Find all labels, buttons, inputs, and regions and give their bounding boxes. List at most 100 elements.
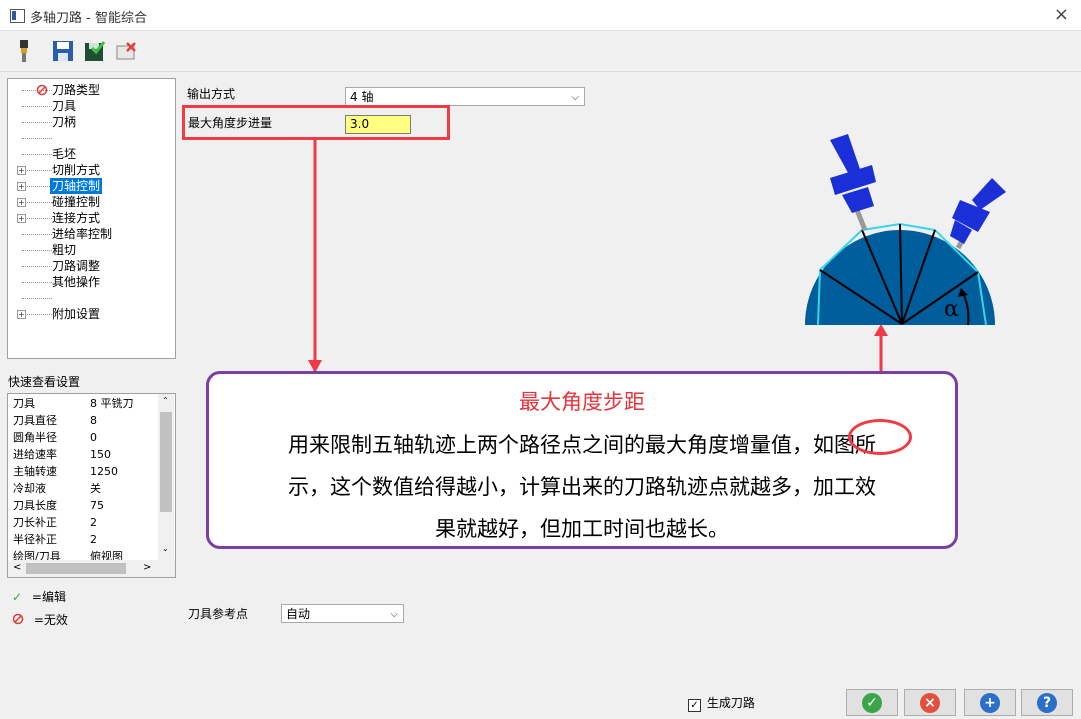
tree-item[interactable]: + 切削方式	[8, 162, 168, 178]
tree-connector	[22, 234, 52, 235]
output-mode-value: 4 轴	[350, 90, 374, 104]
scroll-left-icon[interactable]: <	[13, 562, 21, 573]
title-bar: 多轴刀路 - 智能综合 ×	[0, 0, 1081, 31]
scroll-thumb-horizontal[interactable]	[26, 563, 126, 574]
quick-view-vertical-scrollbar[interactable]: ⌃ ⌄	[158, 394, 174, 560]
max-angle-input[interactable]: 3.0	[345, 115, 411, 134]
ok-button[interactable]: ✓	[846, 689, 898, 716]
tree-connector	[22, 202, 52, 203]
tree-item-label: 附加设置	[52, 307, 101, 321]
tree-connector	[22, 218, 52, 219]
callout-line-2: 示，这个数值给得越小，计算出来的刀路轨迹点就越多，加工效	[288, 475, 876, 499]
tree-item[interactable]	[8, 130, 168, 146]
tree-item[interactable]: 刀路类型	[8, 82, 168, 98]
tree-connector	[22, 282, 52, 283]
tree-item[interactable]	[8, 290, 168, 306]
tree-item[interactable]: 刀柄	[8, 114, 168, 130]
delete-icon[interactable]	[114, 39, 138, 63]
tree-item-label: 刀具	[52, 99, 77, 113]
tree-item-label: 粗切	[52, 243, 77, 257]
max-angle-label: 最大角度步进量	[188, 116, 273, 130]
scroll-up-icon[interactable]: ⌃	[162, 396, 169, 405]
save-icon[interactable]	[51, 39, 75, 63]
callout-line-3: 果就越好，但加工时间也越长。	[435, 517, 729, 541]
quick-view-key: 刀长补正	[13, 516, 57, 529]
cancel-x-icon: ×	[920, 693, 940, 713]
expand-icon[interactable]: +	[17, 182, 26, 191]
tree-connector	[22, 170, 52, 171]
quick-view-key: 半径补正	[13, 533, 57, 546]
quick-view-value: 关	[90, 482, 101, 495]
legend-edit-label: =编辑	[31, 590, 66, 604]
quick-view-key: 刀具直径	[13, 414, 57, 427]
checkbox-checked-icon[interactable]: ✓	[688, 699, 701, 712]
invalid-icon	[12, 613, 28, 627]
tree-item[interactable]: + 附加设置	[8, 306, 168, 322]
quick-view-horizontal-scrollbar[interactable]: < >	[8, 560, 175, 577]
tool-select-icon[interactable]	[12, 39, 36, 63]
tree-connector	[22, 106, 52, 107]
quick-view-value: 2	[90, 533, 97, 546]
toolbar	[0, 31, 1081, 72]
alpha-label: α	[944, 297, 959, 322]
quick-view-key: 圆角半径	[13, 431, 57, 444]
generate-toolpath-label: 生成刀路	[706, 696, 755, 710]
tree-connector	[22, 250, 52, 251]
scroll-thumb[interactable]	[160, 412, 172, 512]
scroll-right-icon[interactable]: >	[143, 562, 151, 573]
expand-icon[interactable]: +	[17, 310, 26, 319]
tree-item[interactable]: 粗切	[8, 242, 168, 258]
tree-item[interactable]: 刀具	[8, 98, 168, 114]
angle-step-diagram: α	[805, 134, 1006, 326]
quick-view-key: 冷却液	[13, 482, 46, 495]
parameter-tree: 刀路类型 刀具 刀柄 毛坯 + 切削方式 + 刀轴控制 + 碰撞控制 + 连接方式 进给率控制 粗切 刀路调…	[7, 78, 176, 359]
quick-view-value: 0	[90, 431, 97, 444]
tree-item[interactable]: 其他操作	[8, 274, 168, 290]
quick-view-value: 150	[90, 448, 111, 461]
help-icon: ?	[1037, 693, 1057, 713]
quick-view-list: 刀具 8 平铣刀 刀具直径 8 圆角半径 0 进给速率 150 主轴转速 1250 冷却液 关刀具长度…	[7, 393, 176, 578]
tree-connector	[22, 186, 52, 187]
expand-icon[interactable]: +	[17, 166, 26, 175]
import-icon[interactable]	[82, 39, 106, 63]
callout-highlight-ellipse	[848, 419, 912, 455]
tree-item-label: 刀路类型	[52, 83, 101, 97]
quick-view-key: 主轴转速	[13, 465, 57, 478]
tree-item-label: 毛坯	[52, 147, 77, 161]
close-window-button[interactable]: ×	[1054, 4, 1069, 25]
tree-item[interactable]: + 连接方式	[8, 210, 168, 226]
quick-view-key: 进给速率	[13, 448, 57, 461]
tool-ref-select[interactable]: 自动 ⌵	[281, 604, 404, 623]
tree-item[interactable]: 进给率控制	[8, 226, 168, 242]
help-button[interactable]: ?	[1021, 689, 1073, 716]
cancel-button[interactable]: ×	[904, 689, 956, 716]
plus-icon: +	[980, 693, 1000, 713]
tree-item-label: 碰撞控制	[52, 195, 101, 209]
scroll-down-icon[interactable]: ⌄	[162, 544, 169, 553]
legend-invalid-label: =无效	[33, 613, 68, 627]
apply-button[interactable]: +	[964, 689, 1016, 716]
quick-view-title: 快速查看设置	[8, 375, 81, 389]
tree-item-label: 刀柄	[52, 115, 77, 129]
legend-edit: ✓ =编辑	[12, 588, 66, 605]
tree-item[interactable]: 刀路调整	[8, 258, 168, 274]
expand-icon[interactable]: +	[17, 214, 26, 223]
quick-view-key: 刀具	[13, 397, 35, 410]
tree-item[interactable]: + 刀轴控制	[8, 178, 168, 194]
check-icon: ✓	[12, 590, 23, 604]
window-title: 多轴刀路 - 智能综合	[30, 11, 147, 26]
quick-view-value: 1250	[90, 465, 118, 478]
quick-view-value: 75	[90, 499, 104, 512]
tree-item[interactable]: + 碰撞控制	[8, 194, 168, 210]
callout-title: 最大角度步距	[519, 390, 645, 414]
tree-item[interactable]: 毛坯	[8, 146, 168, 162]
tree-connector	[22, 122, 52, 123]
tree-item-label: 其他操作	[52, 275, 101, 289]
output-mode-select[interactable]: 4 轴 ⌵	[345, 87, 585, 106]
callout-line-1: 用来限制五轴轨迹上两个路径点之间的最大角度增量值，如图所	[288, 433, 876, 457]
tree-item-label: 进给率控制	[52, 227, 113, 241]
legend-invalid: =无效	[12, 611, 68, 628]
expand-icon[interactable]: +	[17, 198, 26, 207]
quick-view-key: 刀具长度	[13, 499, 57, 512]
generate-toolpath-checkbox[interactable]: ✓ 生成刀路	[688, 694, 755, 712]
